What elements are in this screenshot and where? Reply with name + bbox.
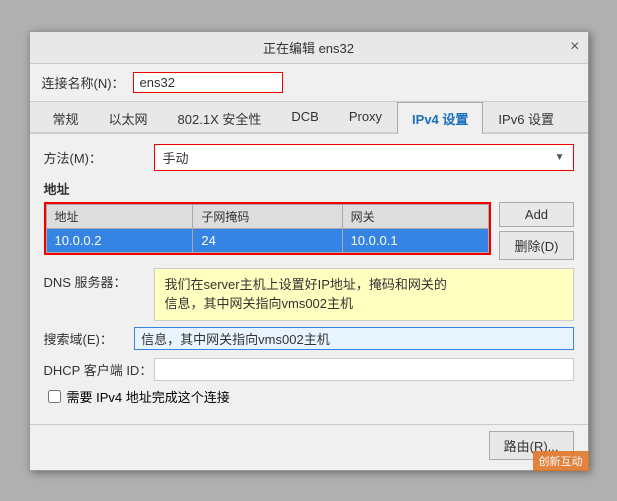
title-bar: 正在编辑 ens32 × (30, 32, 588, 64)
tab-general[interactable]: 常规 (38, 102, 94, 134)
dns-input-wrap: 我们在server主机上设置好IP地址，掩码和网关的 信息，其中网关指向vms0… (154, 268, 574, 321)
connection-name-label: 连接名称(N)： (42, 73, 125, 92)
search-input[interactable] (134, 327, 573, 350)
chevron-down-icon: ▼ (555, 152, 565, 163)
tabs-bar: 常规 以太网 802.1X 安全性 DCB Proxy IPv4 设置 IPv6… (30, 102, 588, 134)
add-button[interactable]: Add (499, 202, 573, 227)
ipv4-required-checkbox[interactable] (48, 390, 61, 403)
cell-mask: 24 (193, 228, 342, 252)
method-row: 方法(M)： 手动 ▼ (44, 144, 574, 171)
dhcp-input[interactable] (154, 358, 574, 381)
address-table: 地址 子网掩码 网关 10.0.0.2 24 10.0.0.1 (46, 204, 490, 253)
tab-proxy[interactable]: Proxy (334, 102, 397, 134)
search-label: 搜索域(E)： (44, 329, 135, 348)
method-select-wrap: 手动 ▼ (154, 144, 574, 171)
dns-row: DNS 服务器： 我们在server主机上设置好IP地址，掩码和网关的 信息，其… (44, 268, 574, 321)
cell-gateway: 10.0.0.1 (342, 228, 489, 252)
checkbox-label: 需要 IPv4 地址完成这个连接 (67, 387, 230, 406)
col-address: 地址 (46, 204, 193, 228)
dialog-title: 正在编辑 ens32 (263, 38, 354, 57)
address-table-border: 地址 子网掩码 网关 10.0.0.2 24 10.0.0.1 (44, 202, 492, 255)
tooltip-line1: 我们在server主机上设置好IP地址，掩码和网关的 (165, 277, 447, 292)
address-table-wrap: 地址 子网掩码 网关 10.0.0.2 24 10.0.0.1 (44, 202, 492, 260)
table-row[interactable]: 10.0.0.2 24 10.0.0.1 (46, 228, 489, 252)
connection-name-input[interactable] (133, 72, 283, 93)
tab-ethernet[interactable]: 以太网 (94, 102, 163, 134)
cell-address: 10.0.0.2 (46, 228, 193, 252)
address-buttons: Add 删除(D) (499, 202, 573, 260)
dhcp-label: DHCP 客户端 ID： (44, 360, 154, 379)
method-select[interactable]: 手动 ▼ (154, 144, 574, 171)
checkbox-row: 需要 IPv4 地址完成这个连接 (44, 387, 574, 406)
address-section: 地址 子网掩码 网关 10.0.0.2 24 10.0.0.1 (44, 202, 574, 260)
col-gateway: 网关 (342, 204, 489, 228)
dns-tooltip: 我们在server主机上设置好IP地址，掩码和网关的 信息，其中网关指向vms0… (154, 268, 574, 321)
address-table-header: 地址 子网掩码 网关 (46, 204, 489, 228)
method-value: 手动 (163, 148, 189, 167)
method-label: 方法(M)： (44, 148, 154, 167)
delete-button[interactable]: 删除(D) (499, 231, 573, 260)
tab-security[interactable]: 802.1X 安全性 (163, 102, 277, 134)
tab-ipv6[interactable]: IPv6 设置 (483, 102, 569, 134)
main-content: 方法(M)： 手动 ▼ 地址 地址 (30, 134, 588, 424)
close-button[interactable]: × (570, 39, 579, 55)
watermark: 创新互动 (533, 451, 589, 471)
dns-label: DNS 服务器： (44, 268, 154, 291)
tooltip-line2: 信息，其中网关指向vms002主机 (165, 296, 354, 311)
col-mask: 子网掩码 (193, 204, 342, 228)
dhcp-row: DHCP 客户端 ID： (44, 358, 574, 381)
connection-name-row: 连接名称(N)： (30, 64, 588, 102)
search-row: 搜索域(E)： (44, 327, 574, 350)
address-section-title: 地址 (44, 179, 574, 198)
tab-dcb[interactable]: DCB (276, 102, 333, 134)
tab-ipv4[interactable]: IPv4 设置 (397, 102, 483, 134)
footer: 路由(R)... (30, 424, 588, 470)
